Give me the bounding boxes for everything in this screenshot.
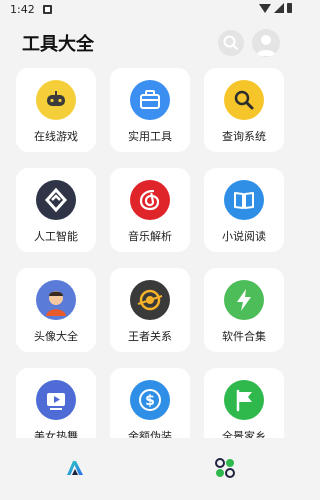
search-icon [223,35,238,50]
tool-label: 实用工具 [128,130,172,143]
tool-online-games[interactable]: 在线游戏 [16,68,96,152]
avatar-icon [36,280,76,320]
svg-text:$: $ [145,393,155,409]
tool-novel-reading[interactable]: 小说阅读 [204,168,284,252]
tool-label: 查询系统 [222,130,266,143]
nav-apps-button[interactable] [214,457,236,479]
search-button[interactable] [218,30,244,56]
bottom-navigation [0,438,300,500]
tool-music-parse[interactable]: 音乐解析 [110,168,190,252]
dollar-icon: $ [130,380,170,420]
magnifier-icon [224,80,264,120]
tool-label: 人工智能 [34,230,78,243]
status-bar: 1:42 [0,0,300,18]
page-title: 工具大全 [22,34,94,55]
ai-logo-icon [36,180,76,220]
battery-icon [287,3,292,13]
tool-ai[interactable]: 人工智能 [16,168,96,252]
tool-label: 小说阅读 [222,230,266,243]
tool-grid: 在线游戏 实用工具 查询系统 人工智能 音乐解析 小说阅读 头像大全 王者关系 … [16,68,284,452]
play-icon [36,380,76,420]
status-indicators [259,3,292,13]
tool-label: 王者关系 [128,330,172,343]
wifi-icon [259,3,271,13]
tool-query-system[interactable]: 查询系统 [204,68,284,152]
tool-label: 在线游戏 [34,130,78,143]
tool-label: 头像大全 [34,330,78,343]
tool-avatars[interactable]: 头像大全 [16,268,96,352]
toolbox-icon [130,80,170,120]
lightning-icon [224,280,264,320]
notification-icon [42,4,52,14]
profile-button[interactable] [252,29,280,57]
tool-utilities[interactable]: 实用工具 [110,68,190,152]
tool-label: 软件合集 [222,330,266,343]
apps-icon [215,458,235,478]
tool-software-collection[interactable]: 软件合集 [204,268,284,352]
user-icon [256,35,276,56]
header: 工具大全 [0,24,300,60]
status-time: 1:42 [10,2,35,16]
flag-icon [224,380,264,420]
tool-label: 音乐解析 [128,230,172,243]
home-logo-icon [67,461,83,475]
music-logo-icon [130,180,170,220]
signal-icon [274,3,284,13]
nav-home-button[interactable] [64,457,86,479]
book-icon [224,180,264,220]
tool-glory-relations[interactable]: 王者关系 [110,268,190,352]
gamepad-icon [36,80,76,120]
target-icon [130,280,170,320]
